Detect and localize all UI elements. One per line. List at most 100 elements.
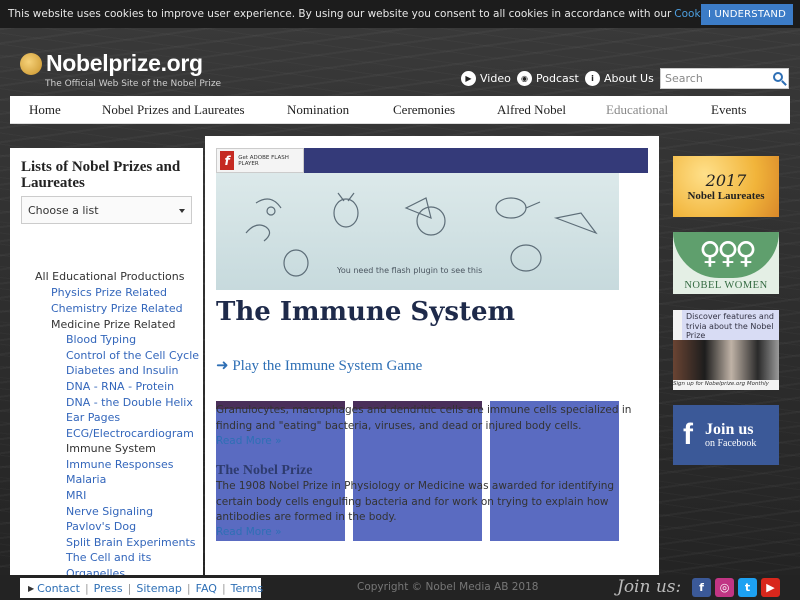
twitter-icon[interactable]: t bbox=[738, 578, 757, 597]
flash-icon: f bbox=[220, 151, 235, 170]
instagram-icon[interactable]: ◎ bbox=[715, 578, 734, 597]
search-placeholder: Search bbox=[665, 72, 703, 85]
footer-links: ▶ Contact | Press | Sitemap | FAQ | Term… bbox=[20, 578, 263, 598]
laureate-photos bbox=[673, 340, 779, 380]
sidebar-item[interactable]: Ear Pages bbox=[66, 411, 120, 424]
signup-caption: Sign up for Nobelprize.org Monthly bbox=[673, 381, 769, 387]
nobel-women-banner[interactable]: ♀♀♀ NOBEL WOMEN bbox=[673, 232, 779, 294]
nav-events[interactable]: Events bbox=[711, 102, 746, 118]
get-flash-label: Get ADOBE FLASH PLAYER bbox=[238, 154, 289, 167]
nav-alfred-nobel[interactable]: Alfred Nobel bbox=[497, 102, 566, 118]
play-icon: ▶ bbox=[461, 71, 476, 86]
about-label: About Us bbox=[604, 72, 654, 85]
copyright: Copyright © Nobel Media AB 2018 bbox=[357, 581, 539, 593]
nobel-prize-subheading: The Nobel Prize bbox=[216, 463, 313, 478]
sidebar-item[interactable]: Organelles bbox=[66, 567, 125, 575]
about-link[interactable]: i About Us bbox=[585, 71, 654, 86]
youtube-icon[interactable]: ▶ bbox=[761, 578, 780, 597]
newsletter-banner[interactable]: Discover features and trivia about the N… bbox=[673, 310, 779, 390]
cookie-banner: This website uses cookies to improve use… bbox=[0, 0, 800, 28]
main-nav: Home Nobel Prizes and Laureates Nominati… bbox=[10, 96, 790, 124]
sidebar-item[interactable]: Diabetes and Insulin bbox=[66, 364, 179, 377]
nav-nobel-prizes[interactable]: Nobel Prizes and Laureates bbox=[102, 102, 245, 118]
cookie-accept-button[interactable]: I UNDERSTAND bbox=[701, 4, 793, 25]
on-facebook-label: on Facebook bbox=[705, 437, 757, 449]
footer-contact[interactable]: Contact bbox=[37, 582, 80, 595]
footer-press[interactable]: Press bbox=[94, 582, 123, 595]
sidebar-item[interactable]: Pavlov's Dog bbox=[66, 520, 136, 533]
get-flash-player-button[interactable]: f Get ADOBE FLASH PLAYER bbox=[216, 148, 304, 173]
flash-message: You need the flash plugin to see this bbox=[337, 266, 483, 275]
footer-terms[interactable]: Terms bbox=[231, 582, 263, 595]
search-icon[interactable] bbox=[773, 72, 783, 82]
nav-ceremonies[interactable]: Ceremonies bbox=[393, 102, 455, 118]
discover-text: Discover features and trivia about the N… bbox=[682, 310, 779, 340]
separator: | bbox=[127, 581, 132, 595]
video-label: Video bbox=[480, 72, 511, 85]
sidebar-item[interactable]: Malaria bbox=[66, 473, 106, 486]
site-name: Nobelprize.org bbox=[46, 50, 203, 76]
read-more-link[interactable]: Read More » bbox=[216, 435, 282, 447]
list-select-value: Choose a list bbox=[28, 203, 99, 217]
footer-join-us: Join us: bbox=[617, 577, 682, 597]
list-select[interactable]: Choose a list bbox=[21, 196, 192, 224]
nav-educational[interactable]: Educational bbox=[606, 102, 668, 118]
caret-down-icon bbox=[179, 209, 185, 213]
separator: | bbox=[186, 581, 191, 595]
laureates-label: Nobel Laureates bbox=[687, 190, 765, 202]
site-logo[interactable]: Nobelprize.org bbox=[20, 50, 203, 77]
main-content: f Get ADOBE FLASH PLAYER You need the fl… bbox=[205, 136, 659, 576]
play-game-label: Play the Immune System Game bbox=[232, 358, 423, 374]
sidebar-heading: Lists of Nobel Prizes and Laureates bbox=[21, 159, 181, 191]
sidebar-item-current[interactable]: Immune System bbox=[66, 442, 156, 455]
search-input[interactable]: Search bbox=[660, 68, 789, 89]
sidebar-item[interactable]: Chemistry Prize Related bbox=[51, 302, 183, 315]
separator: | bbox=[84, 581, 89, 595]
separator: | bbox=[221, 581, 226, 595]
footer-sitemap[interactable]: Sitemap bbox=[136, 582, 182, 595]
site-tagline: The Official Web Site of the Nobel Prize bbox=[45, 79, 222, 89]
flash-header-bar bbox=[304, 148, 648, 173]
flash-placeholder-area: You need the flash plugin to see this bbox=[216, 173, 619, 290]
sidebar-item[interactable]: ECG/Electrocardiogram bbox=[66, 427, 194, 440]
video-link[interactable]: ▶ Video bbox=[461, 71, 511, 86]
sidebar-item[interactable]: Medicine Prize Related bbox=[51, 318, 175, 331]
read-more-link[interactable]: Read More » bbox=[216, 526, 282, 538]
sidebar-item[interactable]: DNA - the Double Helix bbox=[66, 396, 193, 409]
facebook-text: Join us on Facebook bbox=[705, 420, 757, 449]
nav-nomination[interactable]: Nomination bbox=[287, 102, 349, 118]
facebook-banner[interactable]: f Join us on Facebook bbox=[673, 405, 779, 465]
podcast-icon: ◉ bbox=[517, 71, 532, 86]
female-symbol-icon: ♀♀♀ bbox=[699, 236, 757, 271]
sidebar: Lists of Nobel Prizes and Laureates Choo… bbox=[10, 148, 203, 575]
sidebar-item[interactable]: Split Brain Experiments bbox=[66, 536, 196, 549]
nobel-women-label: NOBEL WOMEN bbox=[684, 280, 768, 291]
triangle-right-icon: ▶ bbox=[28, 583, 35, 593]
sidebar-item[interactable]: All Educational Productions bbox=[35, 270, 184, 283]
facebook-icon[interactable]: f bbox=[692, 578, 711, 597]
sidebar-item[interactable]: The Cell and its bbox=[66, 551, 151, 564]
cookie-text: This website uses cookies to improve use… bbox=[8, 8, 672, 20]
sidebar-item[interactable]: DNA - RNA - Protein bbox=[66, 380, 174, 393]
podcast-label: Podcast bbox=[536, 72, 579, 85]
paragraph-nobel-prize: The 1908 Nobel Prize in Physiology or Me… bbox=[216, 480, 615, 523]
flash-embed[interactable]: f Get ADOBE FLASH PLAYER You need the fl… bbox=[216, 148, 648, 290]
play-game-link[interactable]: ➜ Play the Immune System Game bbox=[216, 356, 422, 375]
laureates-2017-banner[interactable]: 2017 Nobel Laureates bbox=[673, 156, 779, 217]
page-title: The Immune System bbox=[216, 297, 516, 327]
nobel-medal-icon bbox=[20, 52, 42, 75]
sidebar-item[interactable]: Blood Typing bbox=[66, 333, 136, 346]
sidebar-item[interactable]: Nerve Signaling bbox=[66, 505, 153, 518]
podcast-link[interactable]: ◉ Podcast bbox=[517, 71, 579, 86]
footer-faq[interactable]: FAQ bbox=[196, 582, 217, 595]
arrow-icon: ➜ bbox=[216, 358, 229, 374]
sidebar-item[interactable]: Physics Prize Related bbox=[51, 286, 167, 299]
sidebar-item[interactable]: Control of the Cell Cycle bbox=[66, 349, 199, 362]
facebook-icon: f bbox=[683, 418, 693, 451]
info-icon: i bbox=[585, 71, 600, 86]
sidebar-item[interactable]: MRI bbox=[66, 489, 86, 502]
nav-home[interactable]: Home bbox=[29, 102, 61, 118]
laureates-year: 2017 bbox=[705, 171, 747, 190]
sidebar-item[interactable]: Immune Responses bbox=[66, 458, 173, 471]
join-us-label: Join us bbox=[705, 420, 754, 438]
